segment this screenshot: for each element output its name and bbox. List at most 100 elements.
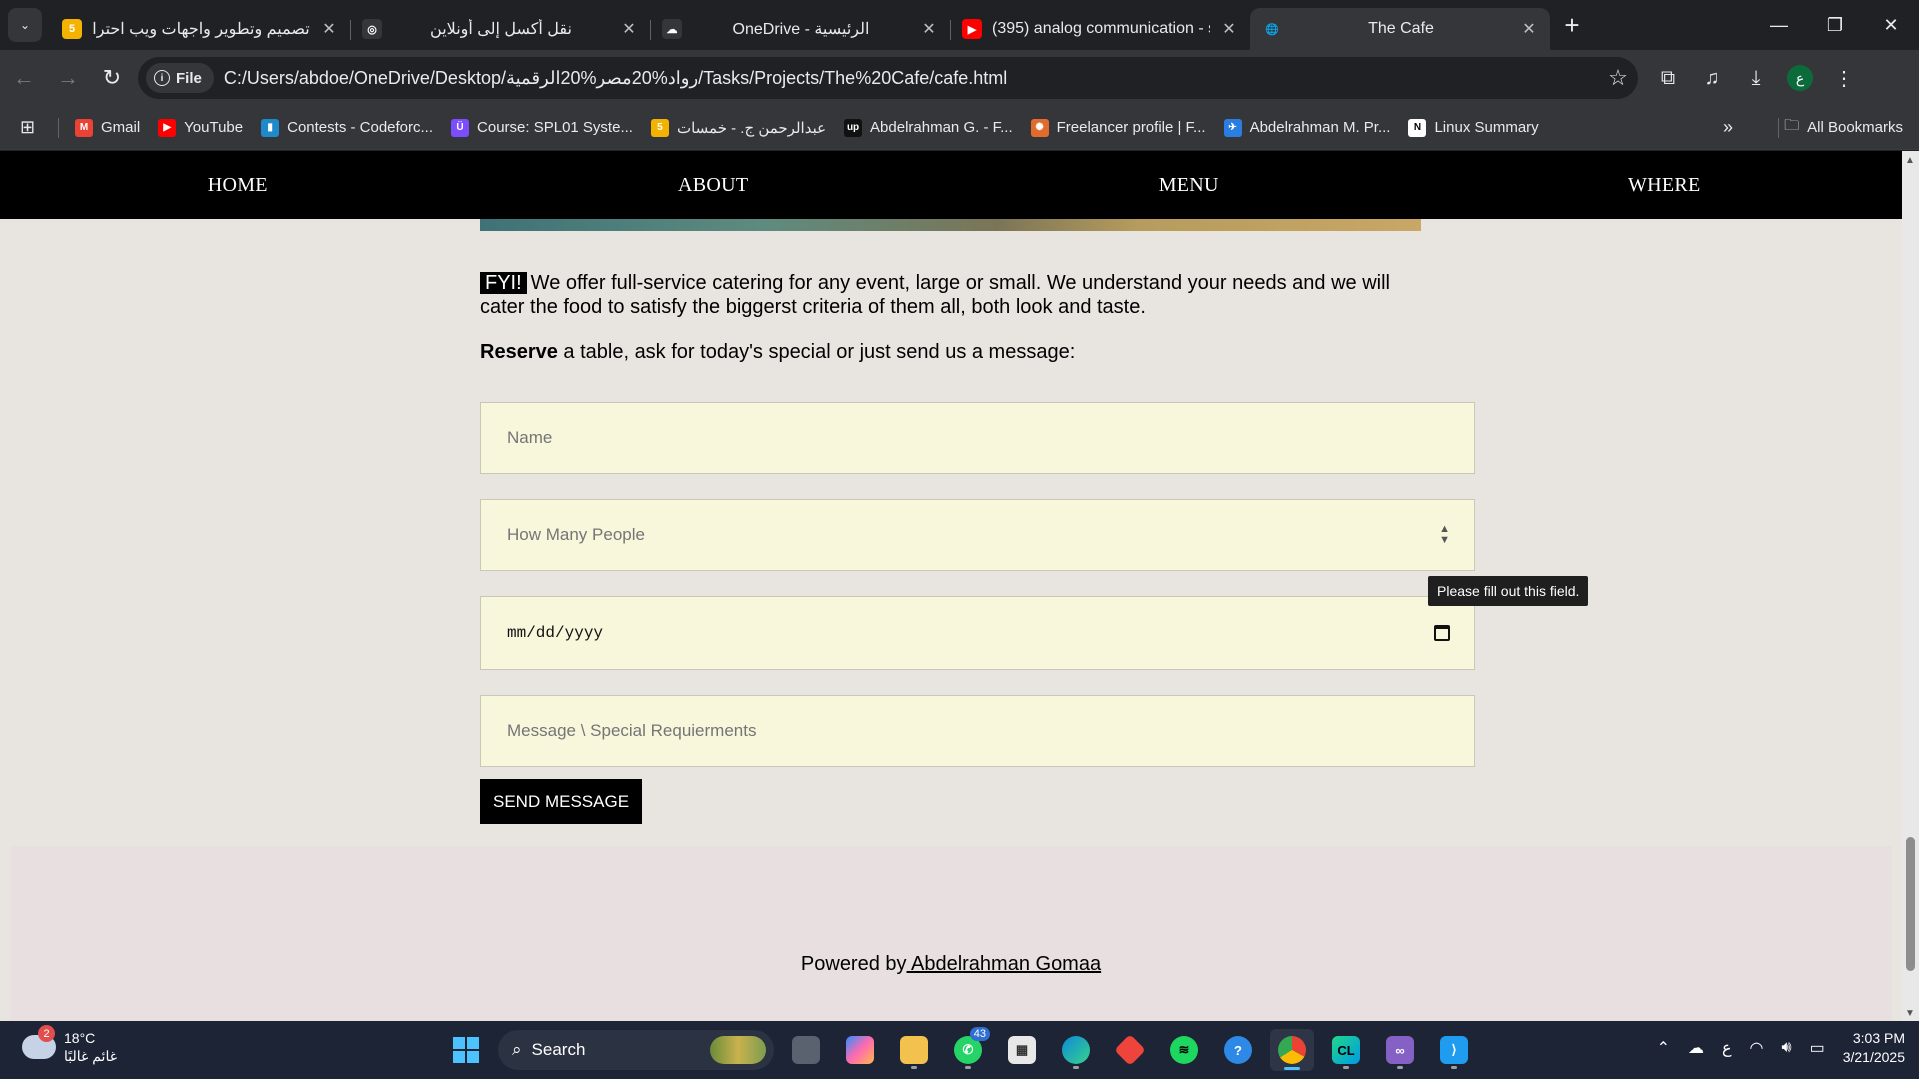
nav-menu-link[interactable]: MENU — [951, 174, 1427, 197]
close-window-button[interactable]: ✕ — [1863, 0, 1919, 50]
bookmark-item[interactable]: Ü Course: SPL01 Syste... — [451, 118, 633, 137]
bookmark-favicon-icon: ▮ — [261, 118, 280, 137]
site-info-chip[interactable]: i File — [146, 63, 214, 93]
wifi-icon[interactable]: ◠ — [1750, 1038, 1764, 1058]
extensions-icon[interactable]: ⧉ — [1646, 58, 1690, 98]
tab-4[interactable]: 🌐 The Cafe ✕ — [1250, 8, 1550, 50]
task-view-icon[interactable] — [784, 1029, 828, 1071]
bookmark-item[interactable]: ▮ Contests - Codeforc... — [261, 118, 433, 137]
scroll-up-icon[interactable]: ▲ — [1905, 155, 1915, 166]
bookmark-item[interactable]: N Linux Summary — [1408, 118, 1539, 137]
file-explorer-icon[interactable] — [892, 1029, 936, 1071]
tab-0[interactable]: 5 تصميم وتطوير واجهات ويب احترا ✕ — [50, 8, 350, 50]
taskbar-apps: ⌕ Search ✆ 43 ▦ ≋ ? CL ∞ ⟩ — [444, 1027, 1476, 1071]
all-bookmarks-button[interactable]: 🗀 All Bookmarks — [1784, 115, 1903, 140]
edge-icon[interactable] — [1054, 1029, 1098, 1071]
vscode-icon[interactable]: ⟩ — [1432, 1029, 1476, 1071]
bookmark-item[interactable]: ✈ Abdelrahman M. Pr... — [1223, 118, 1390, 137]
message-input[interactable]: Message \ Special Requierments — [480, 695, 1475, 767]
close-icon[interactable]: ✕ — [920, 19, 938, 39]
name-input[interactable]: Name — [480, 402, 1475, 474]
author-link[interactable]: Abdelrahman Gomaa — [907, 953, 1101, 975]
tab-search-button[interactable]: ⌄ — [8, 8, 42, 42]
date-input[interactable]: mm/dd/yyyy — [480, 596, 1475, 670]
apps-grid-icon[interactable]: ⊞ — [20, 117, 42, 138]
bookmark-item[interactable]: M Gmail — [75, 118, 140, 137]
all-bookmarks-label: All Bookmarks — [1807, 119, 1903, 136]
scroll-down-icon[interactable]: ▼ — [1905, 1008, 1915, 1019]
address-bar[interactable]: i File C:/Users/abdoe/OneDrive/Desktop/ر… — [138, 57, 1638, 99]
download-icon[interactable]: ⤓ — [1734, 58, 1778, 98]
tab-2[interactable]: ☁ OneDrive - الرئيسية ✕ — [650, 8, 950, 50]
weather-widget[interactable]: 2 18°C غائم غالبًا — [22, 1025, 117, 1065]
close-icon[interactable]: ✕ — [1220, 19, 1238, 39]
cloud-icon: 2 — [22, 1025, 56, 1059]
start-button[interactable] — [444, 1029, 488, 1071]
number-spinner-icon[interactable]: ▲ ▼ — [1439, 524, 1450, 546]
chevron-double-right-icon[interactable]: » — [1723, 117, 1733, 138]
help-icon[interactable]: ? — [1216, 1029, 1260, 1071]
url-text[interactable]: C:/Users/abdoe/OneDrive/Desktop/رواد%20م… — [224, 68, 1598, 89]
weather-text: 18°C غائم غالبًا — [64, 1029, 117, 1065]
nav-home-link[interactable]: HOME — [0, 174, 476, 197]
tab-title: OneDrive - الرئيسية — [732, 21, 870, 38]
microsoft-store-icon[interactable]: ▦ — [1000, 1029, 1044, 1071]
chevron-up-icon[interactable]: ⌃ — [1657, 1038, 1670, 1058]
name-placeholder: Name — [507, 428, 553, 447]
forward-button[interactable]: → — [48, 58, 88, 98]
bookmark-favicon-icon: up — [844, 118, 863, 137]
people-placeholder: How Many People — [507, 525, 645, 544]
onedrive-icon[interactable]: ☁ — [1688, 1038, 1704, 1058]
minimize-button[interactable]: — — [1751, 0, 1807, 50]
toolbar-actions: ⧉ ♫ ⤓ ع ⋮ — [1646, 58, 1866, 98]
tab-3[interactable]: ▶ (395) analog communication - s ✕ — [950, 8, 1250, 50]
nav-where-link[interactable]: WHERE — [1427, 174, 1903, 197]
close-icon[interactable]: ✕ — [1520, 19, 1538, 39]
nav-about-link[interactable]: ABOUT — [476, 174, 952, 197]
profile-button[interactable]: ع — [1778, 58, 1822, 98]
clion-icon[interactable]: CL — [1324, 1029, 1368, 1071]
restore-button[interactable]: ❐ — [1807, 0, 1863, 50]
bookmark-item[interactable]: ▶ YouTube — [158, 118, 243, 137]
taskbar-search[interactable]: ⌕ Search — [498, 1030, 774, 1070]
new-tab-button[interactable]: + — [1554, 7, 1590, 43]
battery-icon[interactable]: ▭ — [1810, 1038, 1825, 1058]
language-indicator[interactable]: ع — [1722, 1038, 1732, 1058]
bookmarks-divider — [1778, 117, 1779, 138]
back-button[interactable]: ← — [4, 58, 44, 98]
copilot-icon[interactable] — [838, 1029, 882, 1071]
calendar-icon[interactable] — [1434, 625, 1450, 641]
spotify-icon[interactable]: ≋ — [1162, 1029, 1206, 1071]
chevron-down-icon: ⌄ — [19, 18, 31, 32]
close-icon[interactable]: ✕ — [620, 19, 638, 39]
volume-icon[interactable]: 🔊︎ — [1781, 1039, 1791, 1057]
scroll-thumb[interactable] — [1906, 837, 1915, 971]
visual-studio-icon[interactable]: ∞ — [1378, 1029, 1422, 1071]
tab-favicon-icon: 5 — [62, 19, 82, 39]
bookmark-item[interactable]: up Abdelrahman G. - F... — [844, 118, 1013, 137]
bookmark-favicon-icon: 5 — [650, 118, 669, 137]
media-controls-icon[interactable]: ♫ — [1690, 58, 1734, 98]
bookmark-star-icon[interactable]: ☆ — [1598, 65, 1638, 91]
send-message-button[interactable]: SEND MESSAGE — [480, 779, 643, 824]
date-placeholder: mm/dd/yyyy — [507, 624, 604, 642]
reload-icon: ↻ — [102, 65, 122, 90]
reload-button[interactable]: ↻ — [92, 58, 132, 98]
bookmark-favicon-icon: ✈ — [1223, 118, 1242, 137]
tab-list: 5 تصميم وتطوير واجهات ويب احترا ✕ ◎ نقل أكسل… — [50, 0, 1550, 50]
menu-kebab-icon[interactable]: ⋮ — [1822, 58, 1866, 98]
bookmark-item[interactable]: ✺ Freelancer profile | F... — [1030, 118, 1206, 137]
plus-icon: + — [1564, 9, 1580, 40]
whatsapp-icon[interactable]: ✆ 43 — [946, 1027, 990, 1071]
bookmark-item[interactable]: 5 عبدالرحمن ج. - خمسات — [650, 118, 826, 137]
page-scrollbar[interactable]: ▲ ▼ — [1902, 151, 1919, 1021]
chrome-icon[interactable] — [1270, 1029, 1314, 1071]
bookmark-label: Course: SPL01 Syste... — [477, 119, 633, 136]
anydesk-icon[interactable] — [1108, 1029, 1152, 1071]
tab-title: (395) analog communication - s — [992, 20, 1210, 37]
clock[interactable]: 3:03 PM 3/21/2025 — [1843, 1029, 1905, 1067]
tab-1[interactable]: ◎ نقل أكسل إلى أونلاين ✕ — [350, 8, 650, 50]
close-icon[interactable]: ✕ — [320, 19, 338, 39]
people-input[interactable]: How Many People ▲ ▼ — [480, 499, 1475, 571]
fyi-text: We offer full-service catering for any e… — [480, 272, 1390, 318]
